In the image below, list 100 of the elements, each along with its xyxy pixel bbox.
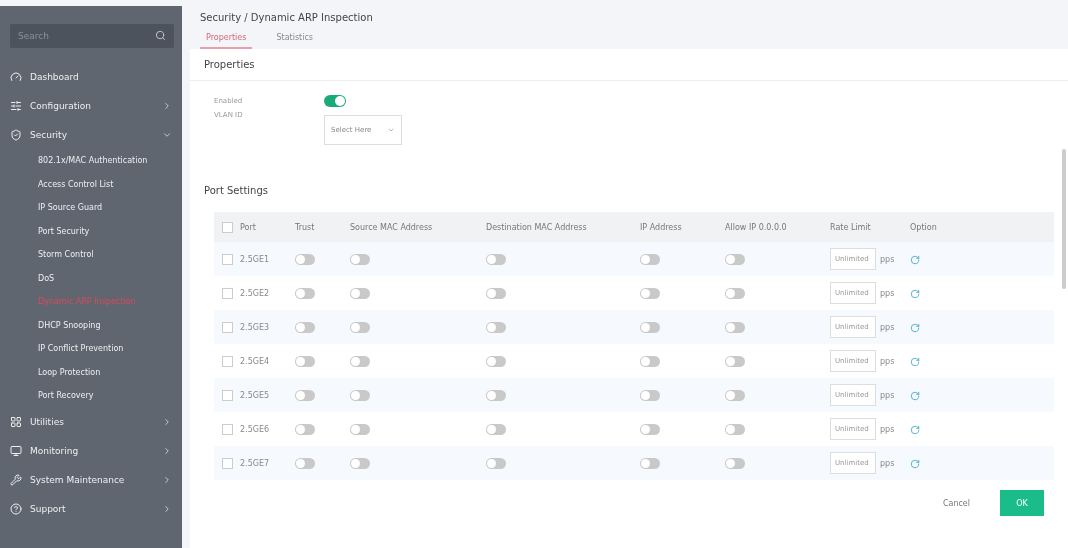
table-cell-text: 2.5GE6 xyxy=(240,424,271,434)
toggle-switch[interactable] xyxy=(486,287,506,299)
nav-subitem[interactable]: IP Conflict Prevention xyxy=(0,337,182,361)
toggle-switch[interactable] xyxy=(350,457,370,469)
toggle-switch[interactable] xyxy=(350,321,370,333)
nav-item[interactable]: Monitoring xyxy=(0,436,182,466)
toggle-switch[interactable] xyxy=(350,253,370,265)
toggle-switch[interactable] xyxy=(640,321,660,333)
table-cell-text: 2.5GE7 xyxy=(240,458,271,468)
chevron-icon xyxy=(162,504,172,514)
tab[interactable]: Statistics xyxy=(270,33,319,49)
toggle-switch[interactable] xyxy=(295,423,315,435)
nav-subitem[interactable]: DHCP Snooping xyxy=(0,313,182,337)
toggle-switch[interactable] xyxy=(350,423,370,435)
toggle-switch[interactable] xyxy=(640,457,660,469)
toggle-switch[interactable] xyxy=(324,95,346,107)
checkbox[interactable] xyxy=(222,457,233,469)
nav-item[interactable]: Support xyxy=(0,494,182,524)
toggle-switch[interactable] xyxy=(486,355,506,367)
nav-subitem[interactable]: Access Control List xyxy=(0,172,182,196)
nav-subitem[interactable]: Port Recovery xyxy=(0,384,182,408)
unit-label: pps xyxy=(880,390,895,400)
refresh-icon[interactable] xyxy=(910,390,920,401)
checkbox[interactable] xyxy=(222,253,233,265)
toggle-switch[interactable] xyxy=(295,253,315,265)
toggle-switch[interactable] xyxy=(486,321,506,333)
unit-label: pps xyxy=(880,322,895,332)
refresh-icon[interactable] xyxy=(910,322,920,333)
unit-label: pps xyxy=(880,458,895,468)
column-header: Allow IP 0.0.0.0 xyxy=(725,222,788,232)
grid-icon xyxy=(10,416,22,428)
section-title: Properties xyxy=(190,49,1068,81)
refresh-icon[interactable] xyxy=(910,288,920,299)
gauge-icon xyxy=(10,70,22,83)
chevron-icon xyxy=(162,446,172,456)
toggle-switch[interactable] xyxy=(640,287,660,299)
checkbox[interactable] xyxy=(222,355,233,367)
wrench-icon xyxy=(10,474,22,486)
toggle-switch[interactable] xyxy=(725,287,745,299)
nav-item[interactable]: Configuration xyxy=(0,91,182,120)
help-icon xyxy=(10,503,22,515)
toggle-switch[interactable] xyxy=(350,389,370,401)
checkbox[interactable] xyxy=(222,389,233,401)
monitor-icon xyxy=(10,445,22,457)
cancel-button[interactable]: Cancel xyxy=(936,497,976,509)
toggle-switch[interactable] xyxy=(725,253,745,265)
refresh-icon[interactable] xyxy=(910,458,920,469)
toggle-switch[interactable] xyxy=(350,355,370,367)
nav-item[interactable]: Security xyxy=(0,120,182,149)
nav-item[interactable]: System Maintenance xyxy=(0,465,182,495)
column-header: Trust xyxy=(295,222,316,232)
search-field[interactable]: Search xyxy=(10,24,174,48)
toggle-switch[interactable] xyxy=(295,389,315,401)
toggle-switch[interactable] xyxy=(295,457,315,469)
nav-subitem[interactable]: IP Source Guard xyxy=(0,196,182,220)
nav-item[interactable]: Dashboard xyxy=(0,62,182,91)
toggle-switch[interactable] xyxy=(725,321,745,333)
chevron-icon xyxy=(162,100,172,111)
column-header: Option xyxy=(910,222,938,232)
toggle-switch[interactable] xyxy=(640,253,660,265)
toggle-switch[interactable] xyxy=(725,355,745,367)
toggle-switch[interactable] xyxy=(486,389,506,401)
toggle-switch[interactable] xyxy=(640,389,660,401)
toggle-switch[interactable] xyxy=(486,423,506,435)
nav-subitem[interactable]: Storm Control xyxy=(0,243,182,267)
checkbox[interactable] xyxy=(222,423,233,435)
toggle-switch[interactable] xyxy=(725,423,745,435)
checkbox[interactable] xyxy=(222,321,233,333)
toggle-switch[interactable] xyxy=(350,287,370,299)
table-cell-text: 2.5GE5 xyxy=(240,390,271,400)
refresh-icon[interactable] xyxy=(910,356,920,367)
sliders-icon xyxy=(10,99,22,112)
toggle-switch[interactable] xyxy=(295,287,315,299)
toggle-switch[interactable] xyxy=(295,321,315,333)
toggle-switch[interactable] xyxy=(295,355,315,367)
refresh-icon[interactable] xyxy=(910,254,920,265)
toggle-switch[interactable] xyxy=(640,355,660,367)
breadcrumb: Security / Dynamic ARP Inspection xyxy=(199,12,374,25)
refresh-icon[interactable] xyxy=(910,424,920,435)
search-icon[interactable] xyxy=(155,30,166,41)
shield-icon xyxy=(10,128,22,141)
toggle-switch[interactable] xyxy=(725,457,745,469)
toggle-switch[interactable] xyxy=(486,457,506,469)
nav-item[interactable]: Utilities xyxy=(0,407,182,437)
chevron-icon xyxy=(162,417,172,427)
unit-label: pps xyxy=(880,254,895,264)
toggle-switch[interactable] xyxy=(486,253,506,265)
toggle-switch[interactable] xyxy=(725,389,745,401)
nav-subitem[interactable]: DoS xyxy=(0,266,182,290)
toggle-switch[interactable] xyxy=(640,423,660,435)
nav-subitem[interactable]: 802.1x/MAC Authentication xyxy=(0,149,182,173)
checkbox[interactable] xyxy=(222,287,233,299)
scrollbar[interactable] xyxy=(1062,149,1066,289)
unit-label: pps xyxy=(880,288,895,298)
column-header: Source MAC Address xyxy=(350,222,434,232)
checkbox[interactable] xyxy=(222,221,233,233)
column-header[interactable]: Port xyxy=(240,222,295,232)
nav-subitem[interactable]: Loop Protection xyxy=(0,360,182,384)
nav-subitem[interactable]: Port Security xyxy=(0,219,182,243)
column-header: Destination MAC Address xyxy=(486,222,588,232)
